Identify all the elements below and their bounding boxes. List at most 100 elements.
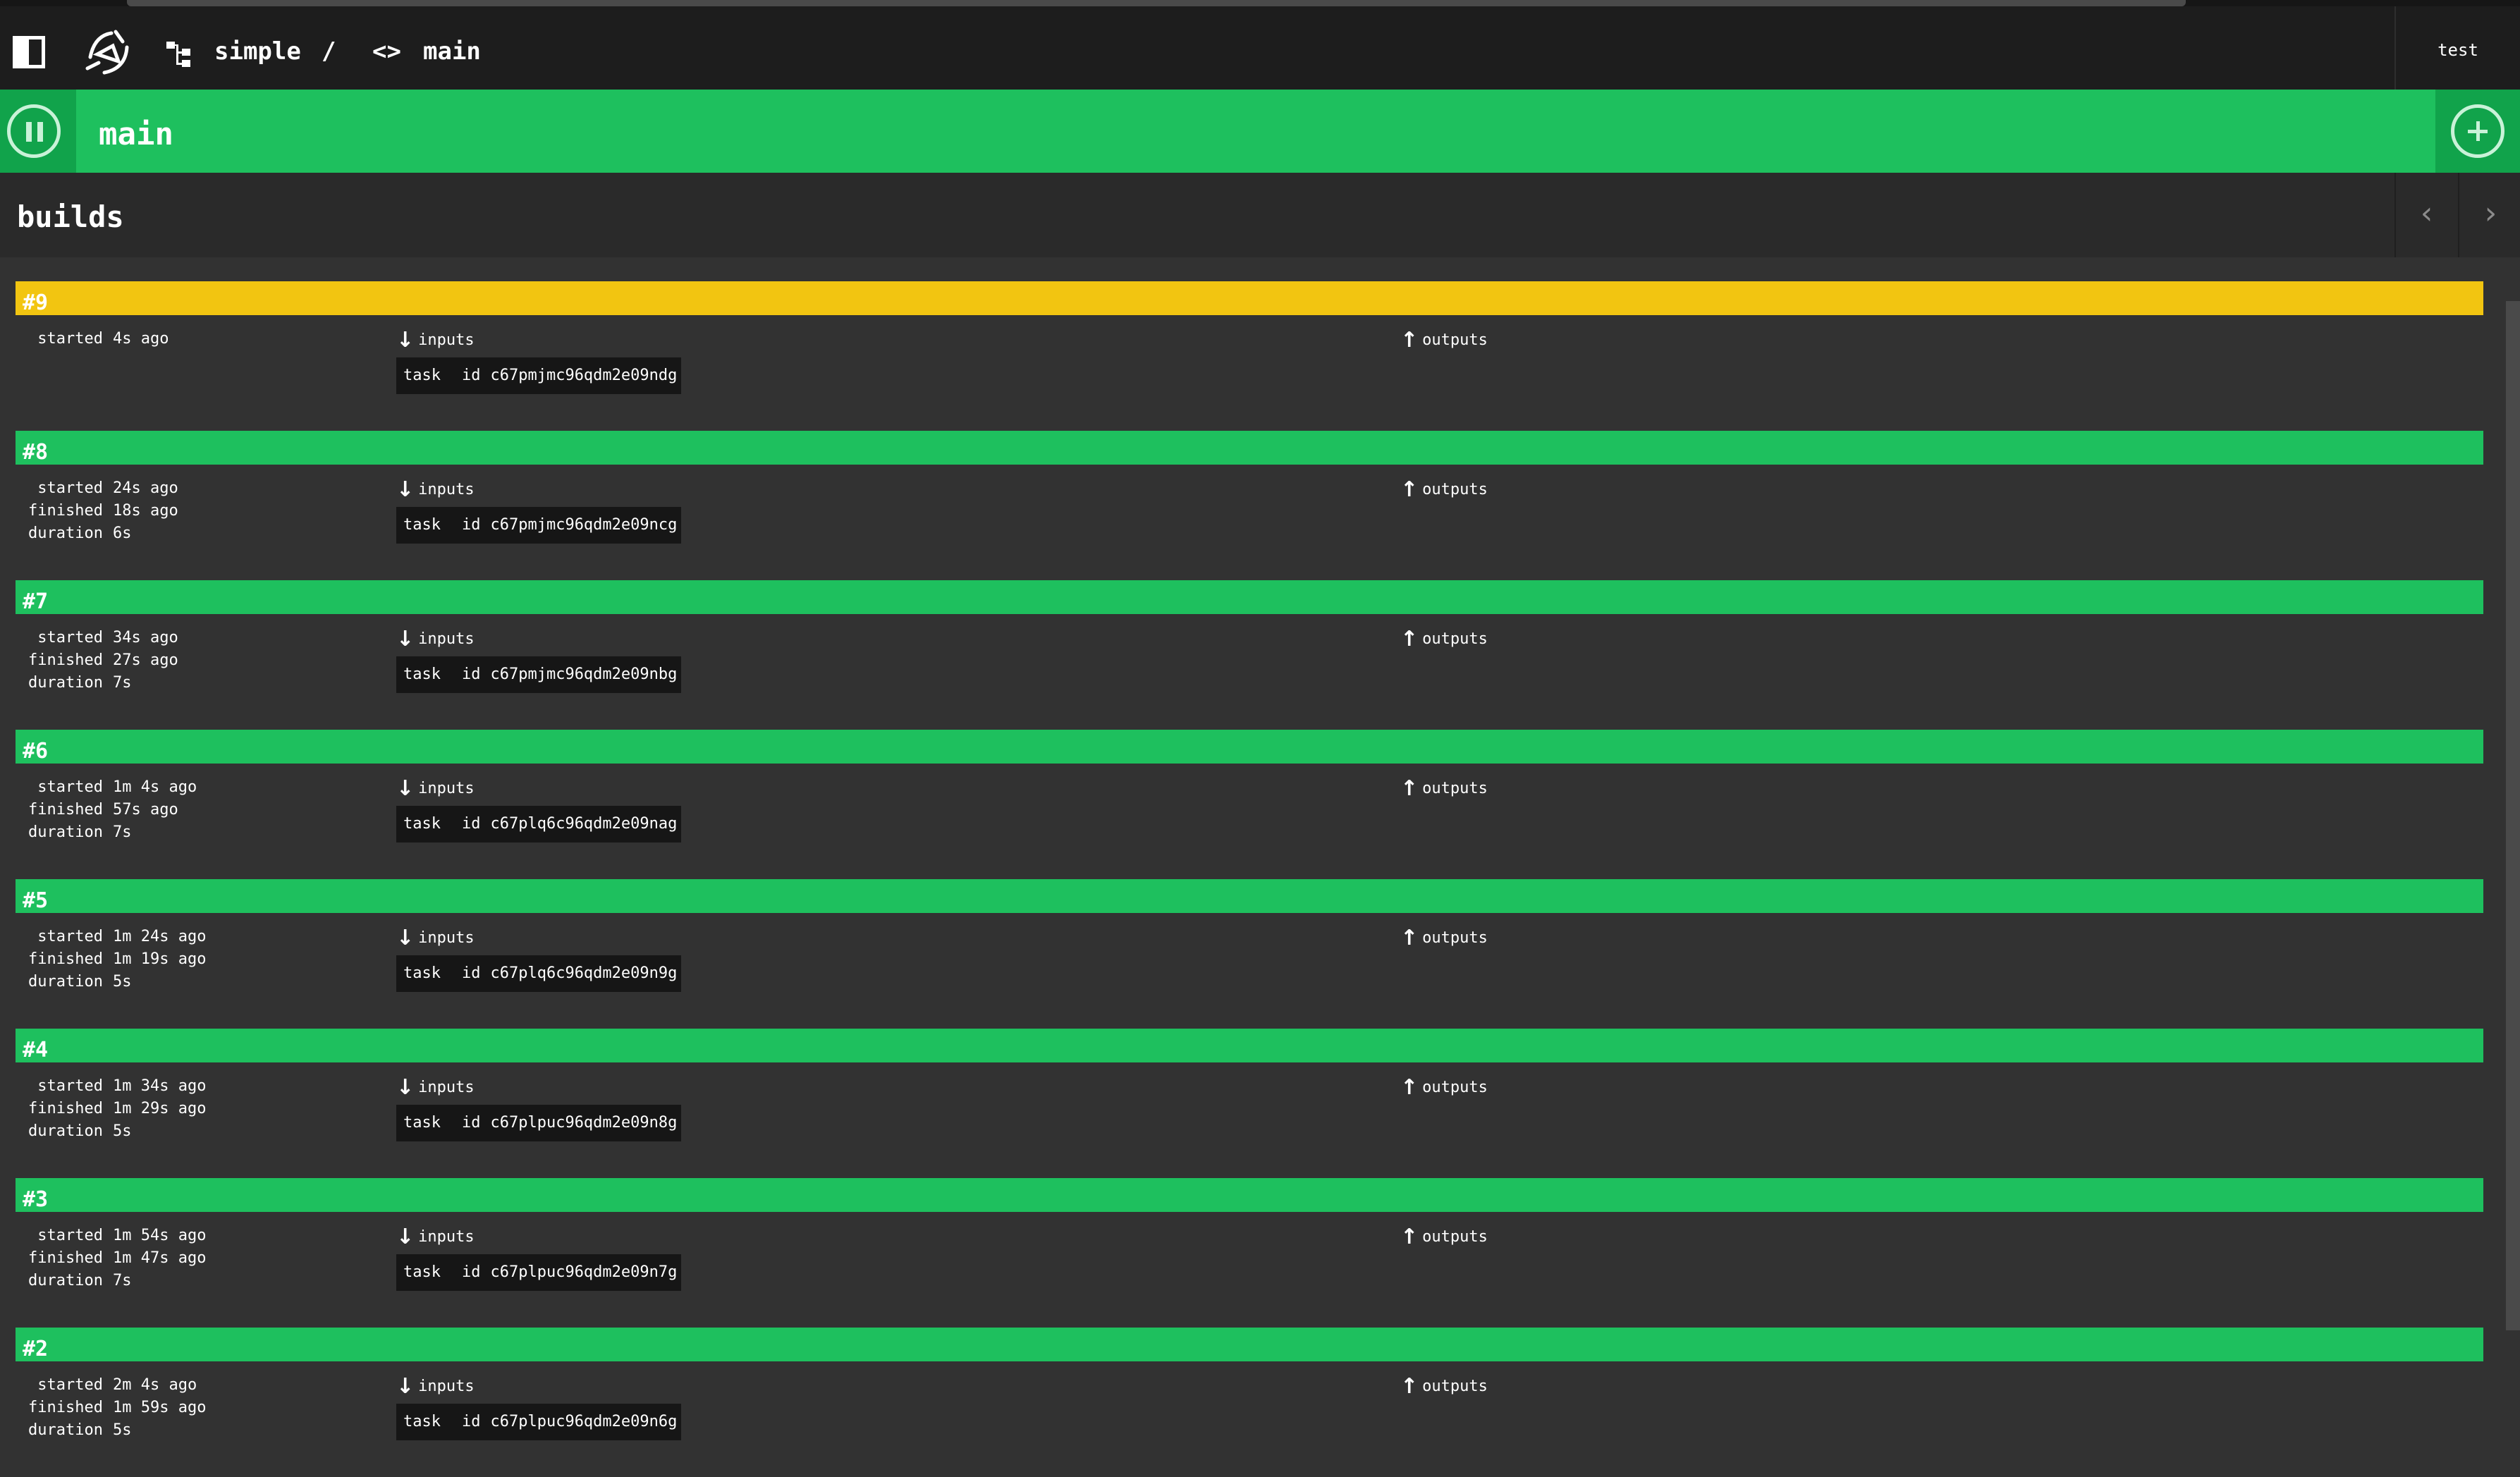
started-label: started: [37, 479, 103, 497]
user-name: test: [2438, 40, 2478, 60]
outputs-label: outputs: [1422, 630, 1488, 648]
input-name: task: [403, 1263, 441, 1281]
arrow-up-icon: ↑: [1400, 627, 1419, 651]
input-name: task: [403, 1413, 441, 1430]
outputs-heading: ↑ outputs: [1400, 776, 1488, 801]
arrow-down-icon: ↓: [396, 776, 415, 801]
build-number[interactable]: #2: [23, 1337, 48, 1361]
duration-row: duration 5s: [16, 971, 213, 993]
pause-toggle[interactable]: [0, 90, 76, 173]
arrow-up-icon: ↑: [1400, 477, 1419, 502]
input-name: task: [403, 815, 441, 833]
inputs-heading: ↓ inputs: [396, 1075, 475, 1100]
build-details: started 1m 34s ago finished 1m 29s ago dur…: [16, 1075, 213, 1143]
arrow-down-icon: ↓: [396, 926, 415, 950]
breadcrumb-job[interactable]: main: [423, 37, 481, 66]
duration-label: duration: [28, 674, 103, 692]
concourse-logo-icon[interactable]: [83, 26, 133, 80]
build-header-bar[interactable]: #2: [16, 1328, 2483, 1361]
inputs-heading: ↓ inputs: [396, 1374, 475, 1399]
build-number[interactable]: #4: [23, 1038, 48, 1062]
inputs-heading: ↓ inputs: [396, 1225, 475, 1249]
build-number[interactable]: #5: [23, 888, 48, 913]
started-value: 24s ago: [113, 479, 178, 497]
input-id: c67pmjmc96qdm2e09ndg: [490, 367, 678, 384]
input-key: id: [461, 1114, 481, 1132]
pause-circle-icon[interactable]: [7, 104, 61, 158]
outputs-heading: ↑ outputs: [1400, 328, 1488, 353]
build-number[interactable]: #8: [23, 440, 48, 465]
pipeline-icon: [166, 42, 190, 67]
finished-row: finished 1m 59s ago: [16, 1397, 213, 1419]
finished-value: 1m 47s ago: [113, 1249, 207, 1267]
input-key: id: [461, 815, 481, 833]
input-version: task id c67plpuc96qdm2e09n8g: [396, 1105, 681, 1141]
job-icon: <>: [372, 37, 401, 66]
breadcrumb-pipeline[interactable]: simple: [214, 37, 301, 66]
horizontal-scroll-thumb[interactable]: [127, 0, 2186, 6]
arrow-up-icon: ↑: [1400, 328, 1419, 353]
arrow-up-icon: ↑: [1400, 926, 1419, 950]
arrow-up-icon: ↑: [1400, 1374, 1419, 1399]
started-row: started 1m 24s ago: [16, 926, 213, 948]
builds-header: builds ‹ ›: [0, 173, 2520, 257]
arrow-down-icon: ↓: [396, 1374, 415, 1399]
duration-label: duration: [28, 1272, 103, 1289]
next-page-button[interactable]: ›: [2458, 173, 2520, 257]
previous-page-button[interactable]: ‹: [2394, 173, 2458, 257]
input-key: id: [461, 367, 481, 384]
build-number[interactable]: #9: [23, 290, 48, 315]
build-header-bar[interactable]: #4: [16, 1029, 2483, 1062]
build-number[interactable]: #7: [23, 589, 48, 614]
duration-label: duration: [28, 1122, 103, 1140]
build-header-bar[interactable]: #7: [16, 580, 2483, 614]
duration-value: 5s: [113, 1122, 132, 1140]
finished-label: finished: [28, 950, 103, 968]
started-label: started: [37, 928, 103, 945]
trigger-build-button[interactable]: [2435, 90, 2520, 173]
input-key: id: [461, 1263, 481, 1281]
started-value: 4s ago: [113, 330, 169, 348]
build-header-bar[interactable]: #9: [16, 281, 2483, 315]
input-version: task id c67plpuc96qdm2e09n7g: [396, 1254, 681, 1291]
outputs-label: outputs: [1422, 1228, 1488, 1246]
vertical-scrollbar[interactable]: [2506, 301, 2520, 1330]
outputs-heading: ↑ outputs: [1400, 1374, 1488, 1399]
build-item: #8 started 24s ago finished 18s ago durati…: [16, 431, 2483, 580]
plus-circle-icon[interactable]: [2451, 104, 2504, 158]
duration-value: 5s: [113, 973, 132, 991]
top-bar: simple / <> main: [0, 6, 2520, 90]
finished-row: finished 27s ago: [16, 649, 213, 672]
build-number[interactable]: #3: [23, 1187, 48, 1212]
arrow-down-icon: ↓: [396, 477, 415, 502]
inputs-heading: ↓ inputs: [396, 627, 475, 651]
outputs-heading: ↑ outputs: [1400, 1075, 1488, 1100]
build-header-bar[interactable]: #8: [16, 431, 2483, 465]
input-name: task: [403, 1114, 441, 1132]
inputs-label: inputs: [418, 1079, 475, 1096]
build-item: #6 started 1m 4s ago finished 57s ago dura…: [16, 730, 2483, 879]
started-value: 1m 4s ago: [113, 778, 197, 796]
started-row: started 34s ago: [16, 627, 213, 649]
outputs-heading: ↑ outputs: [1400, 926, 1488, 950]
outputs-label: outputs: [1422, 1079, 1488, 1096]
build-details: started 1m 4s ago finished 57s ago duratio…: [16, 776, 213, 844]
build-header-bar[interactable]: #3: [16, 1178, 2483, 1212]
build-header-bar[interactable]: #5: [16, 879, 2483, 913]
build-details: started 2m 4s ago finished 1m 59s ago dura…: [16, 1374, 213, 1442]
build-header-bar[interactable]: #6: [16, 730, 2483, 764]
inputs-heading: ↓ inputs: [396, 926, 475, 950]
user-menu[interactable]: test: [2394, 6, 2520, 90]
started-label: started: [37, 629, 103, 646]
started-row: started 1m 34s ago: [16, 1075, 213, 1098]
finished-label: finished: [28, 502, 103, 520]
input-version: task id c67pmjmc96qdm2e09ndg: [396, 357, 681, 394]
input-version: task id c67plpuc96qdm2e09n6g: [396, 1404, 681, 1440]
outputs-heading: ↑ outputs: [1400, 627, 1488, 651]
breadcrumb-separator: /: [322, 37, 336, 66]
started-value: 1m 34s ago: [113, 1077, 207, 1095]
build-number[interactable]: #6: [23, 739, 48, 764]
input-version: task id c67pmjmc96qdm2e09nbg: [396, 656, 681, 693]
job-title: main: [99, 116, 173, 152]
sidebar-toggle-icon[interactable]: [13, 36, 45, 68]
